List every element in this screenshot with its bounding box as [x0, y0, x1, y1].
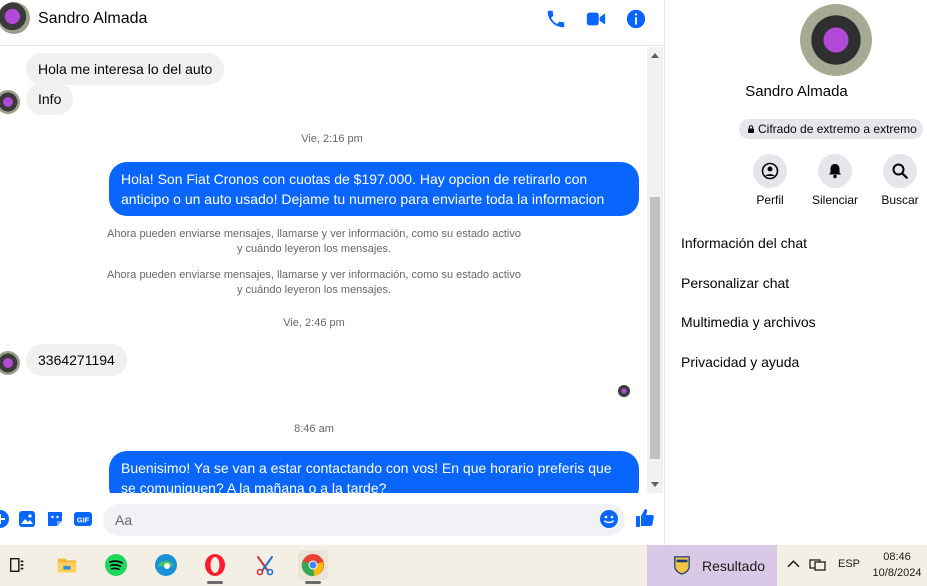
message-composer: GIF	[0, 493, 664, 545]
menu-customize-chat[interactable]: Personalizar chat	[681, 275, 789, 291]
incoming-message[interactable]: Info	[26, 83, 74, 115]
timestamp: 8:46 am	[294, 423, 334, 435]
search-label: Buscar	[881, 193, 919, 207]
sticker-icon[interactable]	[45, 509, 65, 529]
chrome-icon[interactable]	[298, 550, 328, 584]
clock-time: 08:46	[883, 551, 911, 563]
message-scrollbar[interactable]	[647, 47, 663, 493]
menu-privacy-help[interactable]: Privacidad y ayuda	[681, 354, 799, 370]
timestamp: Vie, 2:46 pm	[283, 317, 345, 329]
edge-icon[interactable]	[151, 550, 181, 580]
mute-label: Silenciar	[811, 193, 859, 207]
incoming-message[interactable]: Hola me interesa lo del auto	[26, 53, 225, 85]
search-icon[interactable]	[883, 154, 917, 188]
profile-icon[interactable]	[753, 154, 787, 188]
phone-icon[interactable]	[545, 8, 567, 30]
encryption-badge[interactable]: Cifrado de extremo a extremo	[739, 119, 923, 139]
system-notice-line: Ahora pueden enviarse mensajes, llamarse…	[107, 269, 521, 281]
clock-date: 10/8/2024	[872, 567, 922, 579]
scroll-down-arrow-icon[interactable]	[651, 482, 659, 487]
outgoing-message[interactable]: Buenisimo! Ya se van a estar contactando…	[109, 451, 639, 493]
system-clock[interactable]: 08:46 10/8/2024	[866, 549, 927, 581]
system-notice-line: y cuándo leyeron los mensajes.	[236, 284, 392, 296]
widget-label: Resultado	[702, 558, 766, 574]
scrollbar-thumb[interactable]	[650, 197, 660, 459]
lock-icon	[748, 125, 754, 133]
sender-avatar	[0, 90, 20, 114]
thumbs-up-icon[interactable]	[634, 507, 656, 529]
chevron-up-icon[interactable]	[787, 556, 800, 572]
system-notice: Ahora pueden enviarse mensajes, llamarse…	[99, 227, 529, 257]
spotify-icon[interactable]	[101, 550, 131, 580]
plus-circle-icon[interactable]	[0, 509, 10, 529]
profile-label: Perfil	[756, 193, 784, 207]
gif-icon[interactable]: GIF	[73, 509, 93, 529]
incoming-message[interactable]: 3364271194	[26, 344, 127, 376]
scroll-up-arrow-icon[interactable]	[651, 53, 659, 58]
emoji-icon[interactable]	[599, 509, 619, 529]
file-explorer-icon[interactable]	[52, 550, 82, 580]
opera-icon[interactable]	[200, 550, 230, 584]
photo-icon[interactable]	[17, 509, 37, 529]
task-view-icon[interactable]	[2, 550, 32, 580]
seen-indicator-avatar	[618, 385, 630, 397]
encryption-label: Cifrado de extremo a extremo	[758, 122, 917, 136]
message-list[interactable]: Hola me interesa lo del auto Info Vie, 2…	[0, 47, 664, 493]
network-icon[interactable]	[809, 557, 827, 574]
mute-button[interactable]: Silenciar	[805, 154, 865, 207]
timestamp: Vie, 2:16 pm	[301, 133, 363, 145]
chat-header: Sandro Almada	[0, 0, 664, 46]
outgoing-message[interactable]: Hola! Son Fiat Cronos con cuotas de $197…	[109, 162, 639, 216]
sender-avatar	[0, 351, 20, 375]
message-input[interactable]	[103, 504, 625, 536]
info-icon[interactable]	[625, 8, 647, 30]
profile-name[interactable]: Sandro Almada	[665, 83, 927, 100]
gif-label: GIF	[77, 516, 90, 525]
football-shield-icon	[674, 556, 690, 575]
language-indicator[interactable]: ESP	[838, 558, 860, 570]
profile-avatar[interactable]	[800, 4, 872, 76]
bell-icon[interactable]	[818, 154, 852, 188]
system-notice: Ahora pueden enviarse mensajes, llamarse…	[99, 268, 529, 298]
snipping-tool-icon[interactable]	[250, 550, 280, 580]
widget-button[interactable]: Resultado	[647, 545, 777, 586]
menu-media-files[interactable]: Multimedia y archivos	[681, 314, 816, 330]
system-notice-line: y cuándo leyeron los mensajes.	[236, 243, 392, 255]
contact-name[interactable]: Sandro Almada	[38, 10, 147, 28]
chat-details-panel: Sandro Almada Cifrado de extremo a extre…	[664, 0, 927, 545]
video-camera-icon[interactable]	[585, 8, 607, 30]
windows-taskbar: Resultado ESP 08:46 10/8/2024	[0, 545, 927, 586]
system-notice-line: Ahora pueden enviarse mensajes, llamarse…	[107, 228, 521, 240]
messenger-window: Sandro Almada Hola me interesa lo del au…	[0, 0, 927, 586]
menu-chat-info[interactable]: Información del chat	[681, 235, 807, 251]
profile-button[interactable]: Perfil	[740, 154, 800, 207]
contact-avatar[interactable]	[0, 2, 30, 34]
search-button[interactable]: Buscar	[870, 154, 927, 207]
